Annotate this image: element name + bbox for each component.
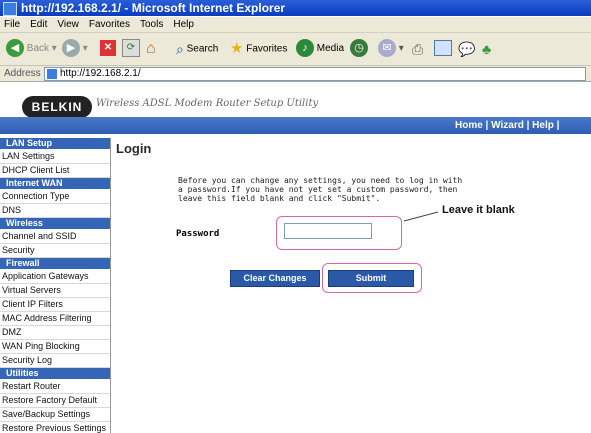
menu-view[interactable]: View — [57, 19, 79, 30]
header-tagline: Wireless ADSL Modem Router Setup Utility — [96, 98, 319, 109]
ie-icon — [3, 2, 17, 16]
discuss-button[interactable]: 💬 — [458, 39, 475, 59]
mail-button[interactable]: ✉ ▾ — [378, 39, 404, 59]
stop-icon: ✕ — [100, 40, 116, 57]
sidebar-item[interactable]: Restore Factory Default — [0, 394, 110, 408]
chevron-down-icon: ▾ — [82, 43, 88, 54]
sidebar-item[interactable]: WAN Ping Blocking — [0, 340, 110, 354]
media-button[interactable]: ♪ Media — [296, 39, 344, 59]
chevron-down-icon: ▾ — [398, 43, 404, 54]
search-icon: ⌕ — [176, 41, 184, 57]
sidebar-item[interactable]: Application Gateways — [0, 270, 110, 284]
star-icon: ★ — [230, 40, 244, 57]
menu-file[interactable]: File — [4, 19, 20, 30]
sidebar-section-header: Utilities — [0, 368, 110, 379]
menu-edit[interactable]: Edit — [30, 19, 47, 30]
stop-button[interactable]: ✕ — [100, 39, 116, 59]
history-icon: ◷ — [350, 39, 368, 58]
home-icon: ⌂ — [146, 40, 156, 57]
menu-favorites[interactable]: Favorites — [89, 19, 130, 30]
forward-arrow-icon: ▶ — [62, 39, 80, 58]
address-label: Address — [4, 68, 41, 79]
edit-button[interactable] — [434, 39, 452, 59]
login-panel: Login Before you can change any settings… — [112, 138, 591, 433]
back-button[interactable]: ◀ Back ▾ — [6, 39, 57, 59]
print-button[interactable]: ⎙ — [412, 39, 423, 59]
messenger-button[interactable]: ♣ — [482, 39, 491, 59]
discuss-icon: 💬 — [458, 41, 476, 57]
sidebar-section-header: LAN Setup — [0, 138, 110, 149]
window-title-bar: http://192.168.2.1/ - Microsoft Internet… — [0, 0, 591, 16]
password-label: Password — [176, 229, 220, 239]
address-bar: Address http://192.168.2.1/ — [0, 66, 591, 82]
search-label: Search — [186, 43, 219, 55]
menu-bar: File Edit View Favorites Tools Help — [0, 17, 591, 33]
home-button[interactable]: ⌂ — [146, 39, 156, 59]
sidebar-section-header: Internet WAN — [0, 178, 110, 189]
messenger-icon: ♣ — [482, 41, 492, 57]
sidebar-item[interactable]: Save/Backup Settings — [0, 408, 110, 422]
sidebar: LAN Setup LAN Settings DHCP Client List Int… — [0, 138, 111, 433]
sidebar-item[interactable]: Restore Previous Settings — [0, 422, 110, 433]
refresh-button[interactable]: ⟳ — [122, 39, 140, 59]
top-nav-bar: Home | Wizard | Help | Logout Int — [0, 117, 591, 148]
clear-changes-button[interactable]: Clear Changes — [230, 270, 320, 287]
address-url: http://192.168.2.1/ — [60, 68, 141, 79]
mail-icon: ✉ — [378, 39, 396, 58]
sidebar-item[interactable]: DMZ — [0, 326, 110, 340]
chevron-down-icon: ▾ — [51, 43, 57, 54]
browser-toolbar: ◀ Back ▾ ▶ ▾ ✕ ⟳ ⌂ ⌕ Search ★ Favorites … — [0, 33, 591, 66]
history-button[interactable]: ◷ — [350, 39, 368, 59]
sidebar-item[interactable]: Connection Type — [0, 190, 110, 204]
print-icon: ⎙ — [412, 41, 424, 57]
page-icon — [47, 69, 57, 79]
sidebar-item[interactable]: LAN Settings — [0, 150, 110, 164]
sidebar-item[interactable]: Security Log — [0, 354, 110, 368]
media-label: Media — [316, 43, 345, 54]
password-field[interactable] — [284, 223, 372, 239]
edit-page-icon — [434, 40, 452, 57]
favorites-label: Favorites — [246, 43, 288, 55]
sidebar-item[interactable]: Channel and SSID — [0, 230, 110, 244]
sidebar-item[interactable]: Virtual Servers — [0, 284, 110, 298]
submit-button[interactable]: Submit — [328, 270, 414, 287]
search-button[interactable]: ⌕ Search — [176, 39, 218, 59]
address-input[interactable]: http://192.168.2.1/ — [44, 67, 586, 81]
window-title: http://192.168.2.1/ - Microsoft Internet… — [21, 1, 286, 15]
favorites-button[interactable]: ★ Favorites — [230, 39, 287, 59]
sidebar-item[interactable]: DNS — [0, 204, 110, 218]
sidebar-item[interactable]: DHCP Client List — [0, 164, 110, 178]
sidebar-item[interactable]: Restart Router — [0, 380, 110, 394]
belkin-logo: BELKIN — [22, 96, 92, 118]
menu-tools[interactable]: Tools — [140, 19, 163, 30]
sidebar-section-header: Firewall — [0, 258, 110, 269]
back-arrow-icon: ◀ — [6, 39, 24, 58]
sidebar-item[interactable]: Security — [0, 244, 110, 258]
media-icon: ♪ — [296, 39, 314, 58]
forward-button[interactable]: ▶ ▾ — [62, 39, 88, 59]
menu-help[interactable]: Help — [173, 19, 194, 30]
back-label: Back — [26, 43, 50, 54]
refresh-icon: ⟳ — [122, 39, 140, 58]
sidebar-item[interactable]: MAC Address Filtering — [0, 312, 110, 326]
sidebar-section-header: Wireless — [0, 218, 110, 229]
sidebar-item[interactable]: Client IP Filters — [0, 298, 110, 312]
